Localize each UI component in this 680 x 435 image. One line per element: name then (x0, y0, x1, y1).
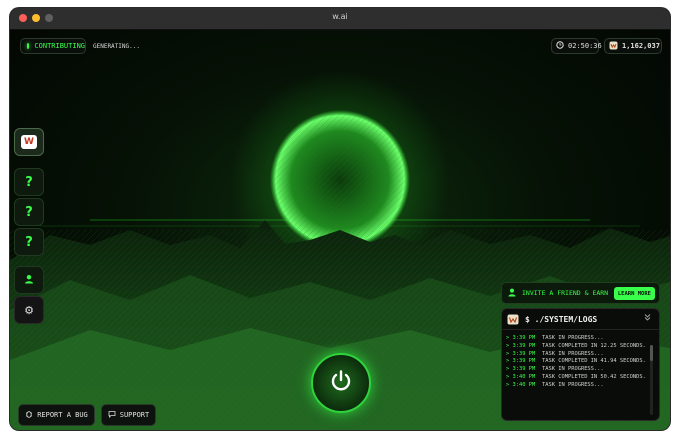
log-entry: > 3:40 PM TASK IN PROGRESS... (506, 382, 651, 390)
power-button[interactable] (311, 353, 371, 413)
wai-coin-icon (609, 41, 618, 52)
log-entry: > 3:40 PM TASK COMPLETED IN 50.42 SECONDS… (506, 374, 651, 382)
logs-header: $ ./SYSTEM/LOGS (502, 309, 659, 330)
sidebar-item-settings[interactable]: ⚙ (14, 296, 44, 324)
log-time: > 3:39 PM (506, 335, 536, 341)
log-time: > 3:39 PM (506, 358, 536, 365)
sidebar-item-locked-3[interactable]: ? (14, 228, 44, 256)
window-title: w.ai (332, 12, 348, 21)
log-time: > 3:40 PM (506, 373, 536, 380)
log-text: TASK IN PROGRESS... (542, 335, 604, 341)
log-text: TASK COMPLETED IN 12.25 SECONDS. (542, 342, 646, 349)
report-bug-label: REPORT A BUG (37, 411, 88, 419)
log-time: > 3:40 PM (506, 381, 536, 388)
points-value: 1,162,037 (622, 42, 660, 50)
log-time: > 3:39 PM (506, 366, 536, 373)
sidebar-item-locked-2[interactable]: ? (14, 198, 44, 226)
main-scene: CONTRIBUTING GENERATING... 02:50:36 1,16… (10, 30, 670, 430)
sidebar-item-home[interactable]: W (14, 128, 44, 156)
logs-title: $ ./SYSTEM/LOGS (525, 314, 598, 324)
logs-list: > 3:39 PM TASK IN PROGRESS... > 3:39 PM TA… (506, 335, 651, 390)
log-text: TASK IN PROGRESS... (542, 381, 604, 388)
log-text: TASK COMPLETED IN 41.94 SECONDS. (542, 358, 646, 365)
help-icon: ? (25, 234, 33, 250)
help-icon: ? (25, 204, 33, 220)
report-bug-button[interactable]: REPORT A BUG (18, 404, 95, 426)
gear-icon: ⚙ (24, 303, 34, 317)
wai-logo-icon: W (21, 135, 37, 149)
contributing-status[interactable]: CONTRIBUTING (20, 38, 86, 54)
session-timer: 02:50:36 (551, 38, 602, 54)
app-window: w.ai CONTRIBUTING GENERATING... 02:50:36… (10, 8, 670, 430)
log-text: TASK IN PROGRESS... (542, 350, 604, 357)
sidebar-item-locked-1[interactable]: ? (14, 168, 44, 196)
support-label: SUPPORT (119, 411, 150, 419)
points-counter: 1,162,037 (604, 38, 662, 54)
bug-icon (25, 410, 33, 420)
invite-label: INVITE A FRIEND & EARN (522, 289, 609, 297)
user-icon (24, 273, 34, 288)
support-button[interactable]: SUPPORT (101, 404, 156, 426)
status-label: CONTRIBUTING (34, 42, 85, 50)
clock-icon (556, 41, 564, 51)
system-logs-panel: $ ./SYSTEM/LOGS > 3:39 PM TASK IN PROGRES… (501, 308, 660, 421)
learn-more-button[interactable]: LEARN MORE (613, 287, 655, 300)
add-user-icon (508, 288, 518, 299)
status-led-icon (27, 43, 30, 49)
log-time: > 3:39 PM (506, 350, 536, 357)
log-text: TASK COMPLETED IN 50.42 SECONDS. (542, 373, 646, 380)
timer-value: 02:50:36 (568, 42, 602, 50)
help-icon: ? (25, 174, 33, 190)
log-entry: > 3:39 PM TASK COMPLETED IN 12.25 SECONDS… (506, 343, 651, 351)
generating-label: GENERATING... (93, 43, 140, 50)
title-bar: w.ai (10, 8, 670, 30)
log-entry: > 3:39 PM TASK IN PROGRESS... (506, 351, 651, 359)
collapse-icon[interactable] (644, 313, 651, 323)
log-entry: > 3:39 PM TASK COMPLETED IN 41.94 SECONDS… (506, 358, 651, 366)
logs-scrollbar[interactable] (650, 345, 653, 415)
invite-banner[interactable]: INVITE A FRIEND & EARN LEARN MORE (501, 282, 660, 304)
scrollbar-thumb[interactable] (650, 345, 653, 361)
log-entry: > 3:39 PM TASK IN PROGRESS... (506, 366, 651, 374)
log-entry: > 3:39 PM TASK IN PROGRESS... (506, 335, 651, 343)
sidebar-item-profile[interactable] (14, 266, 44, 294)
chat-icon (108, 410, 116, 420)
power-icon (328, 368, 354, 398)
wai-logo-icon (507, 310, 519, 329)
log-text: TASK IN PROGRESS... (542, 366, 604, 373)
log-time: > 3:39 PM (506, 342, 536, 349)
